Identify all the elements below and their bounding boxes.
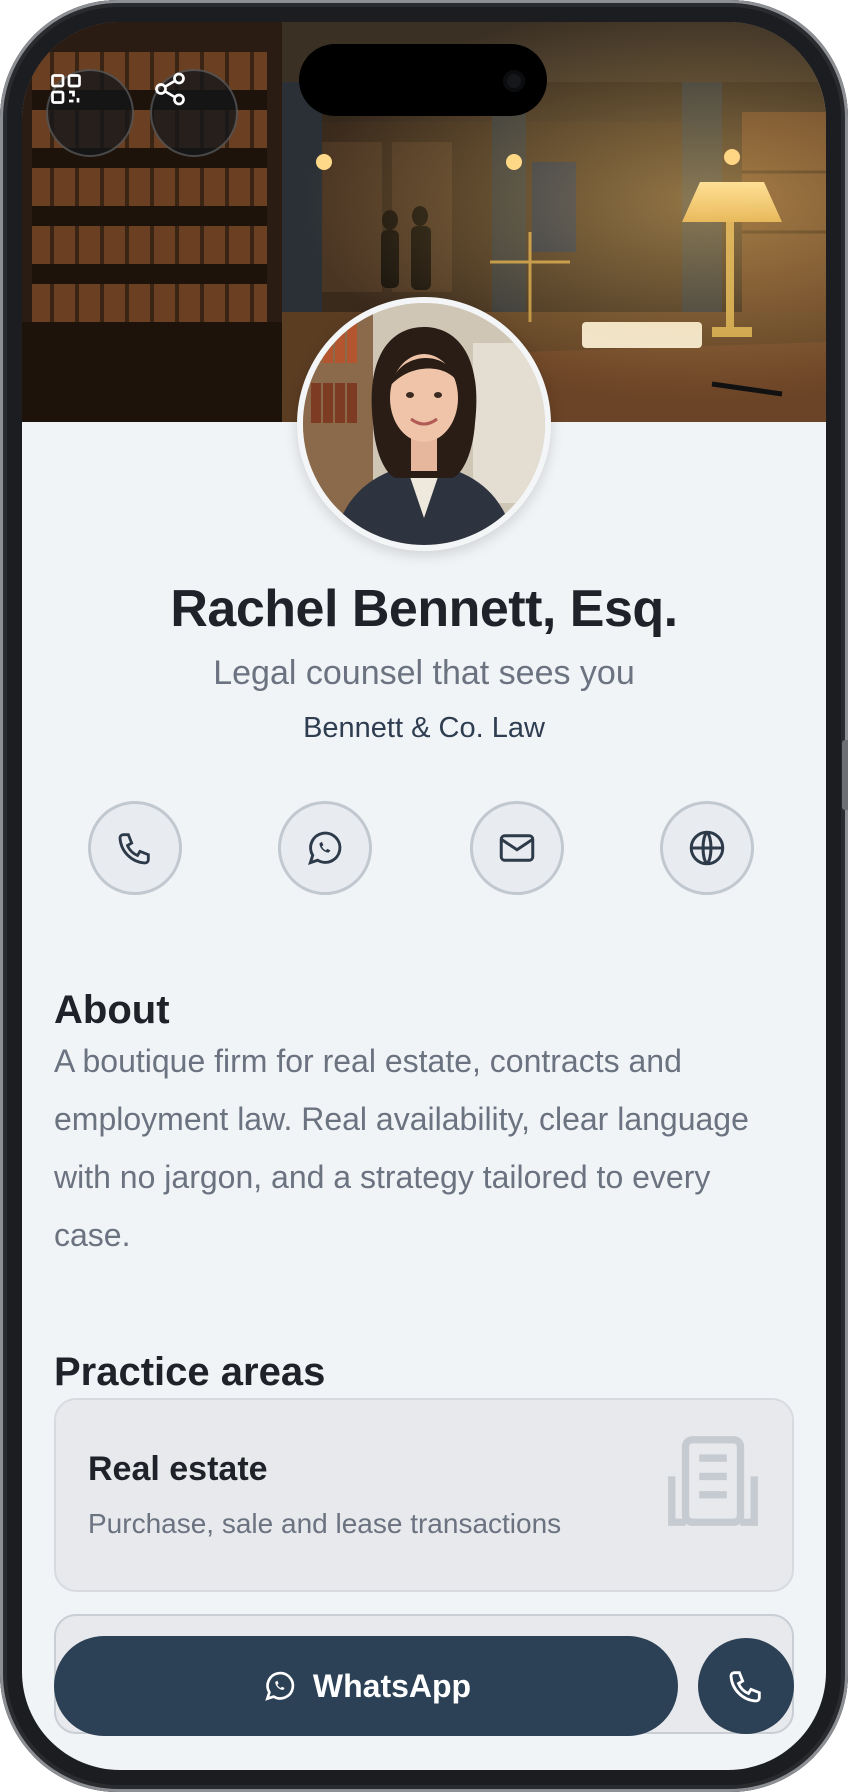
website-contact-button[interactable]	[660, 801, 754, 895]
avatar-portrait	[303, 303, 545, 545]
qr-code-button[interactable]	[46, 69, 134, 157]
practice-card-description: Purchase, sale and lease transactions	[88, 1508, 562, 1539]
about-heading: About	[54, 988, 170, 1032]
qr-code-icon	[51, 74, 81, 104]
email-contact-button[interactable]	[470, 801, 564, 895]
screen: Rachel Bennett, Esq. Legal counsel that …	[22, 22, 826, 1770]
phone-icon	[729, 1671, 761, 1703]
share-button[interactable]	[150, 69, 238, 157]
share-icon	[155, 72, 185, 106]
avatar	[297, 297, 551, 551]
whatsapp-contact-button[interactable]	[278, 801, 372, 895]
call-button[interactable]	[698, 1638, 794, 1734]
practice-card-title: Real estate	[88, 1450, 268, 1488]
side-button	[842, 740, 848, 810]
about-text: A boutique firm for real estate, contrac…	[54, 1043, 749, 1253]
mail-icon	[499, 834, 535, 862]
profile-tagline: Legal counsel that sees you	[213, 654, 635, 692]
camera	[503, 70, 525, 92]
globe-icon	[689, 830, 725, 866]
building-icon	[668, 1436, 758, 1526]
practice-card-real-estate[interactable]: Real estate Purchase, sale and lease tra…	[54, 1398, 794, 1592]
phone-contact-button[interactable]	[88, 801, 182, 895]
whatsapp-icon	[265, 1671, 295, 1701]
profile-name: Rachel Bennett, Esq.	[170, 580, 678, 638]
phone-icon	[118, 833, 150, 865]
dynamic-island	[299, 44, 547, 116]
phone-frame: Rachel Bennett, Esq. Legal counsel that …	[0, 0, 848, 1792]
whatsapp-button-label: WhatsApp	[312, 1667, 472, 1704]
practice-areas-heading: Practice areas	[54, 1350, 326, 1394]
whatsapp-button[interactable]: WhatsApp	[54, 1636, 678, 1736]
firm-name: Bennett & Co. Law	[303, 712, 545, 744]
whatsapp-icon	[308, 831, 342, 865]
